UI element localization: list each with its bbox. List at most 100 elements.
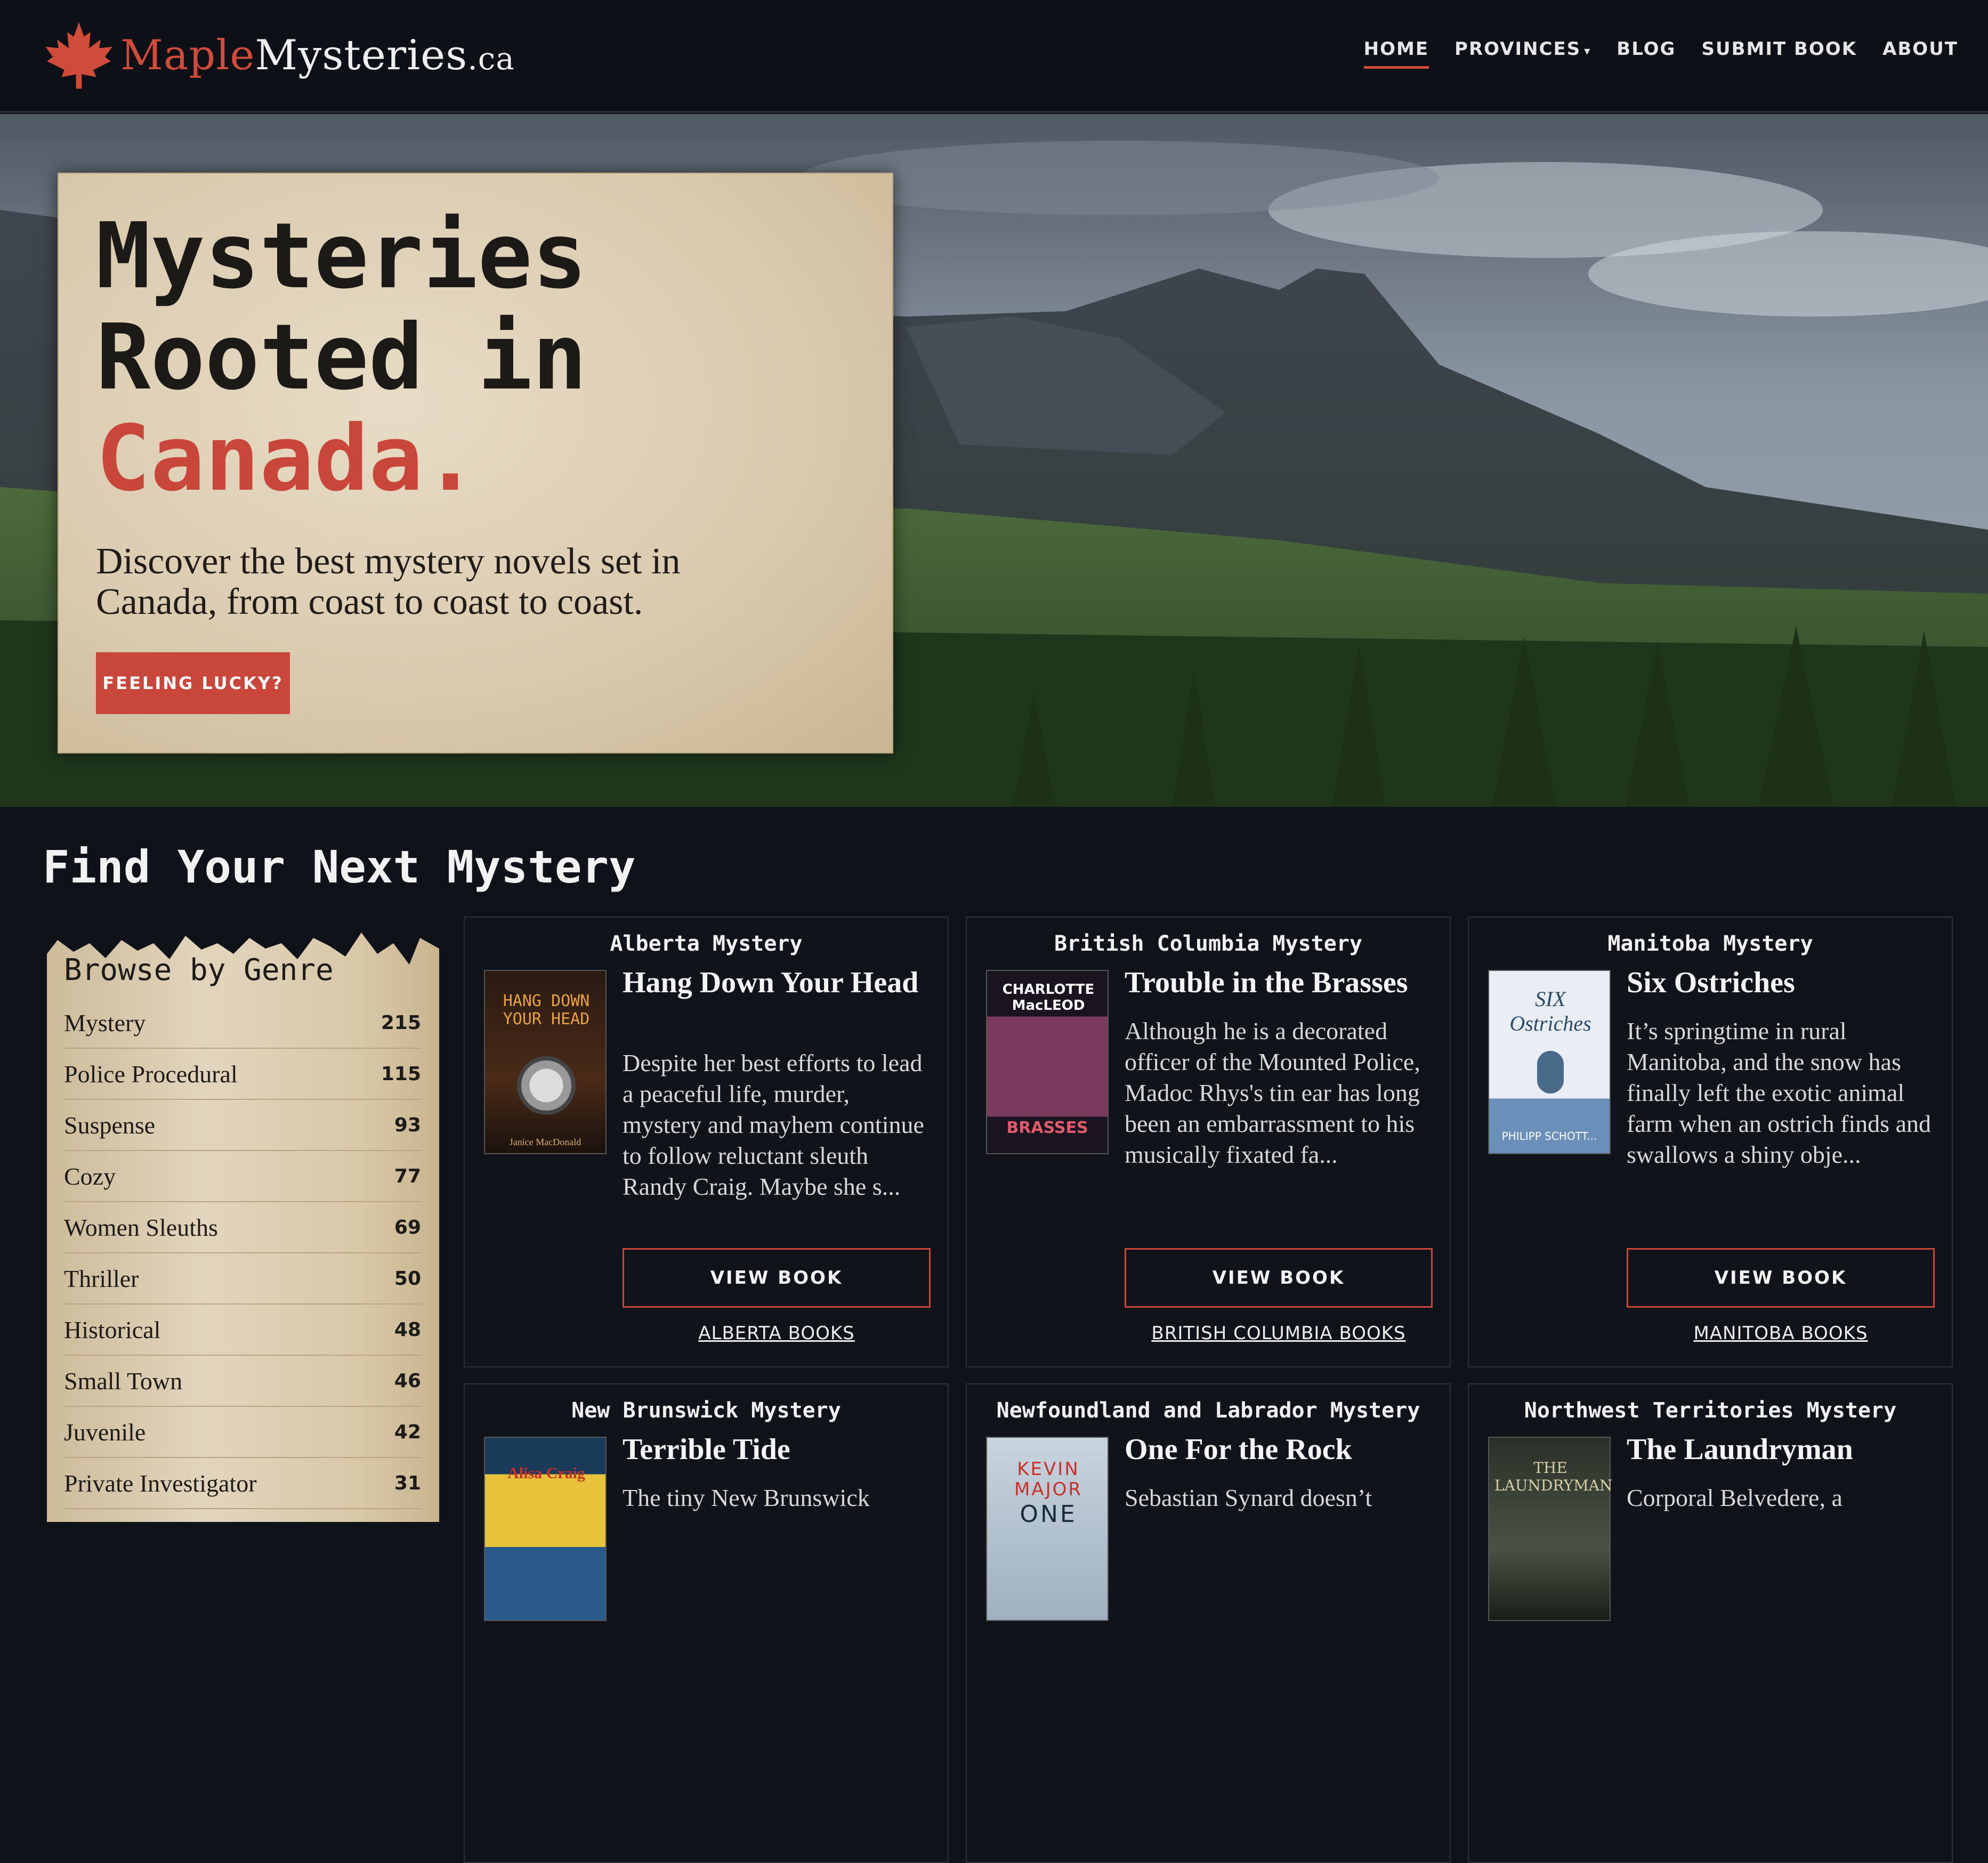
book-description: Despite her best efforts to lead a peace… <box>623 1049 924 1200</box>
book-card-northwest-territories: Northwest Territories Mystery THE LAUNDR… <box>1468 1383 1953 1863</box>
genre-count: 31 <box>394 1472 421 1494</box>
brand-part-ca: .ca <box>467 40 515 77</box>
book-cover-image[interactable]: SIX Ostriches PHILIPP SCHOTT... <box>1488 970 1611 1154</box>
genre-count: 115 <box>381 1063 421 1085</box>
hero-banner: Mysteries Rooted in Canada. Discover the… <box>0 114 1988 807</box>
book-title[interactable]: Hang Down Your Head <box>623 967 932 999</box>
hero-title-line1: Mysteries <box>96 204 587 309</box>
cover-title-text: Alisa Craig <box>507 1464 585 1482</box>
main-nav: HOME PROVINCES ▾ BLOG SUBMIT BOOK ABOUT <box>1363 38 1958 69</box>
hero-paper-card: Mysteries Rooted in Canada. Discover the… <box>58 173 893 754</box>
genre-name: Thriller <box>64 1265 139 1292</box>
book-description: The tiny New Brunswick <box>623 1484 870 1511</box>
genre-count: 50 <box>394 1267 421 1290</box>
genre-count: 48 <box>394 1318 421 1341</box>
cover-author-text: PHILIPP SCHOTT... <box>1501 1130 1597 1143</box>
genre-name: Small Town <box>64 1367 183 1395</box>
book-description: It’s springtime in rural Manitoba, and t… <box>1627 1017 1932 1168</box>
genre-item-juvenile[interactable]: Juvenile 42 <box>64 1407 421 1458</box>
genre-item-thriller[interactable]: Thriller 50 <box>64 1253 421 1305</box>
card-province: Newfoundland and Labrador Mystery <box>996 1398 1420 1423</box>
maple-leaf-icon <box>45 22 112 89</box>
book-title[interactable]: Terrible Tide <box>623 1433 932 1465</box>
hero-title-line3: Canada. <box>96 406 478 512</box>
view-book-button[interactable]: VIEW BOOK <box>1125 1248 1433 1308</box>
cover-title-text: KEVIN MAJOR <box>1014 1459 1082 1500</box>
genre-list: Mystery 215 Police Procedural 115 Suspense… <box>64 998 421 1509</box>
genre-item-police-procedural[interactable]: Police Procedural 115 <box>64 1049 421 1100</box>
genre-name: Historical <box>64 1316 161 1343</box>
book-card-new-brunswick: New Brunswick Mystery Alisa Craig Terrib… <box>464 1383 949 1863</box>
genre-item-women-sleuths[interactable]: Women Sleuths 69 <box>64 1202 421 1253</box>
genre-item-private-investigator[interactable]: Private Investigator 31 <box>64 1458 421 1509</box>
genre-name: Suspense <box>64 1111 156 1139</box>
hero-subtitle: Discover the best mystery novels set in … <box>96 541 681 622</box>
genre-item-cozy[interactable]: Cozy 77 <box>64 1151 421 1202</box>
book-title[interactable]: One For the Rock <box>1125 1433 1434 1465</box>
province-books-link[interactable]: BRITISH COLUMBIA BOOKS <box>1125 1323 1433 1344</box>
feeling-lucky-button[interactable]: FEELING LUCKY? <box>96 652 290 714</box>
card-province: New Brunswick Mystery <box>571 1398 841 1423</box>
genre-count: 215 <box>381 1011 421 1034</box>
nav-provinces[interactable]: PROVINCES ▾ <box>1454 38 1591 69</box>
nav-blog[interactable]: BLOG <box>1617 38 1676 69</box>
genre-count: 69 <box>394 1216 421 1238</box>
book-cover-image[interactable]: Alisa Craig <box>484 1437 607 1621</box>
book-title[interactable]: Six Ostriches <box>1627 967 1936 999</box>
genre-name: Private Investigator <box>64 1469 257 1497</box>
genre-count: 42 <box>394 1421 421 1443</box>
book-card-alberta: Alberta Mystery HANG DOWN YOUR HEAD Jani… <box>464 917 949 1367</box>
genre-item-historical[interactable]: Historical 48 <box>64 1305 421 1356</box>
nav-submit-book[interactable]: SUBMIT BOOK <box>1701 38 1857 69</box>
card-province: Manitoba Mystery <box>1607 932 1813 956</box>
sidebar-title: Browse by Genre <box>64 953 334 987</box>
card-province: Alberta Mystery <box>610 932 803 956</box>
card-province: Northwest Territories Mystery <box>1524 1398 1897 1423</box>
book-cover-image[interactable]: CHARLOTTE MacLEOD BRASSES <box>986 970 1109 1154</box>
hero-title: Mysteries Rooted in Canada. <box>96 206 587 509</box>
book-description: Sebastian Synard doesn’t <box>1125 1484 1372 1511</box>
province-books-link[interactable]: MANITOBA BOOKS <box>1627 1323 1935 1344</box>
cover-title-text: THE LAUNDRYMAN <box>1494 1459 1613 1494</box>
nav-home[interactable]: HOME <box>1363 38 1429 69</box>
banjo-graphic <box>517 1056 576 1115</box>
book-card-newfoundland: Newfoundland and Labrador Mystery KEVIN … <box>966 1383 1451 1863</box>
genre-name: Cozy <box>64 1162 116 1190</box>
book-description: Corporal Belvedere, a <box>1627 1484 1842 1511</box>
cover-author-text: ONE <box>1020 1501 1077 1528</box>
cover-author-text: BRASSES <box>1006 1119 1088 1137</box>
view-book-button[interactable]: VIEW BOOK <box>623 1248 931 1308</box>
book-cover-image[interactable]: HANG DOWN YOUR HEAD Janice MacDonald <box>484 970 607 1154</box>
genre-count: 46 <box>394 1370 421 1392</box>
brand-name: MapleMysteries.ca <box>120 31 515 79</box>
book-cover-image[interactable]: THE LAUNDRYMAN <box>1488 1437 1613 1621</box>
nav-about[interactable]: ABOUT <box>1882 38 1958 69</box>
book-card-manitoba: Manitoba Mystery SIX Ostriches PHILIPP S… <box>1468 917 1953 1367</box>
genre-name: Women Sleuths <box>64 1213 218 1241</box>
top-navbar: MapleMysteries.ca HOME PROVINCES ▾ BLOG S… <box>0 0 1988 113</box>
cover-title-text: SIX Ostriches <box>1509 987 1591 1035</box>
book-cover-image[interactable]: KEVIN MAJOR ONE <box>986 1437 1109 1621</box>
cover-title-text: HANG DOWN YOUR HEAD <box>503 992 590 1028</box>
genre-sidebar: Browse by Genre Mystery 215 Police Proced… <box>47 917 439 1522</box>
book-title[interactable]: The Laundryman <box>1627 1433 1936 1465</box>
genre-item-small-town[interactable]: Small Town 46 <box>64 1356 421 1407</box>
brand-part-maple: Maple <box>120 31 255 79</box>
ostrich-graphic <box>1537 1051 1564 1094</box>
book-description: Although he is a decorated officer of th… <box>1125 1017 1420 1168</box>
genre-name: Juvenile <box>64 1418 146 1446</box>
caret-down-icon: ▾ <box>1584 45 1591 58</box>
genre-item-mystery[interactable]: Mystery 215 <box>64 998 421 1049</box>
cover-author-text: Janice MacDonald <box>509 1137 581 1147</box>
genre-name: Mystery <box>64 1009 146 1036</box>
province-books-link[interactable]: ALBERTA BOOKS <box>623 1323 931 1344</box>
nav-provinces-label: PROVINCES <box>1454 38 1581 60</box>
section-title: Find Your Next Mystery <box>43 841 636 893</box>
genre-item-suspense[interactable]: Suspense 93 <box>64 1100 421 1151</box>
site-logo[interactable]: MapleMysteries.ca <box>43 19 515 92</box>
genre-name: Police Procedural <box>64 1060 238 1088</box>
book-title[interactable]: Trouble in the Brasses <box>1125 967 1434 999</box>
genre-count: 77 <box>394 1165 421 1187</box>
genre-count: 93 <box>394 1114 421 1136</box>
view-book-button[interactable]: VIEW BOOK <box>1627 1248 1935 1308</box>
